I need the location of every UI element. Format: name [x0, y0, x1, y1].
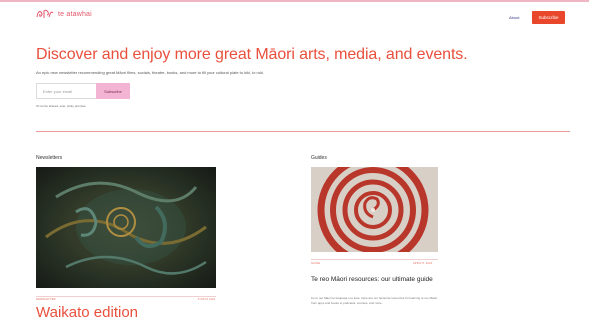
hero-subtitle: An epic new newsletter recommending grea…: [36, 70, 265, 75]
site-header: te atawhai About Subscribe: [0, 2, 589, 28]
guide-meta-category: GUIDE: [311, 262, 321, 265]
guide-card-image[interactable]: [311, 167, 438, 252]
guide-card-excerpt: Ko te reo Māori te kaupapa o te kete. He…: [311, 296, 438, 305]
section-label-newsletters: Newsletters: [36, 155, 63, 161]
signup-subscribe-button[interactable]: Subscribe: [96, 83, 130, 99]
guide-meta-date: APRIL 8, 2024: [413, 262, 433, 265]
newsletter-meta-date: 5 DAYS AGO: [198, 298, 216, 301]
section-label-guides: Guides: [311, 155, 327, 161]
header-subscribe-button[interactable]: Subscribe: [532, 11, 565, 24]
section-divider: [36, 131, 570, 132]
newsletter-card-title[interactable]: Waikato edition: [36, 304, 138, 321]
maori-motif-icon: [36, 9, 54, 19]
newsletter-card-image[interactable]: [36, 167, 216, 288]
hero-title: Discover and enjoy more great Māori arts…: [36, 46, 468, 63]
logo-text: te atawhai: [58, 10, 92, 18]
privacy-note: I'll not be shared, ever, pinky promise.: [36, 104, 87, 108]
email-field[interactable]: [36, 83, 96, 99]
site-logo[interactable]: te atawhai: [36, 9, 92, 19]
guide-meta-divider: [311, 259, 438, 260]
guide-card-title[interactable]: Te reo Māori resources: our ultimate gui…: [311, 275, 441, 284]
newsletter-signup-form: Subscribe: [36, 83, 130, 99]
newsletter-meta-divider: [36, 296, 216, 297]
nav-about-link[interactable]: About: [509, 15, 519, 20]
newsletter-meta-category: NEWSLETTER: [36, 298, 56, 301]
